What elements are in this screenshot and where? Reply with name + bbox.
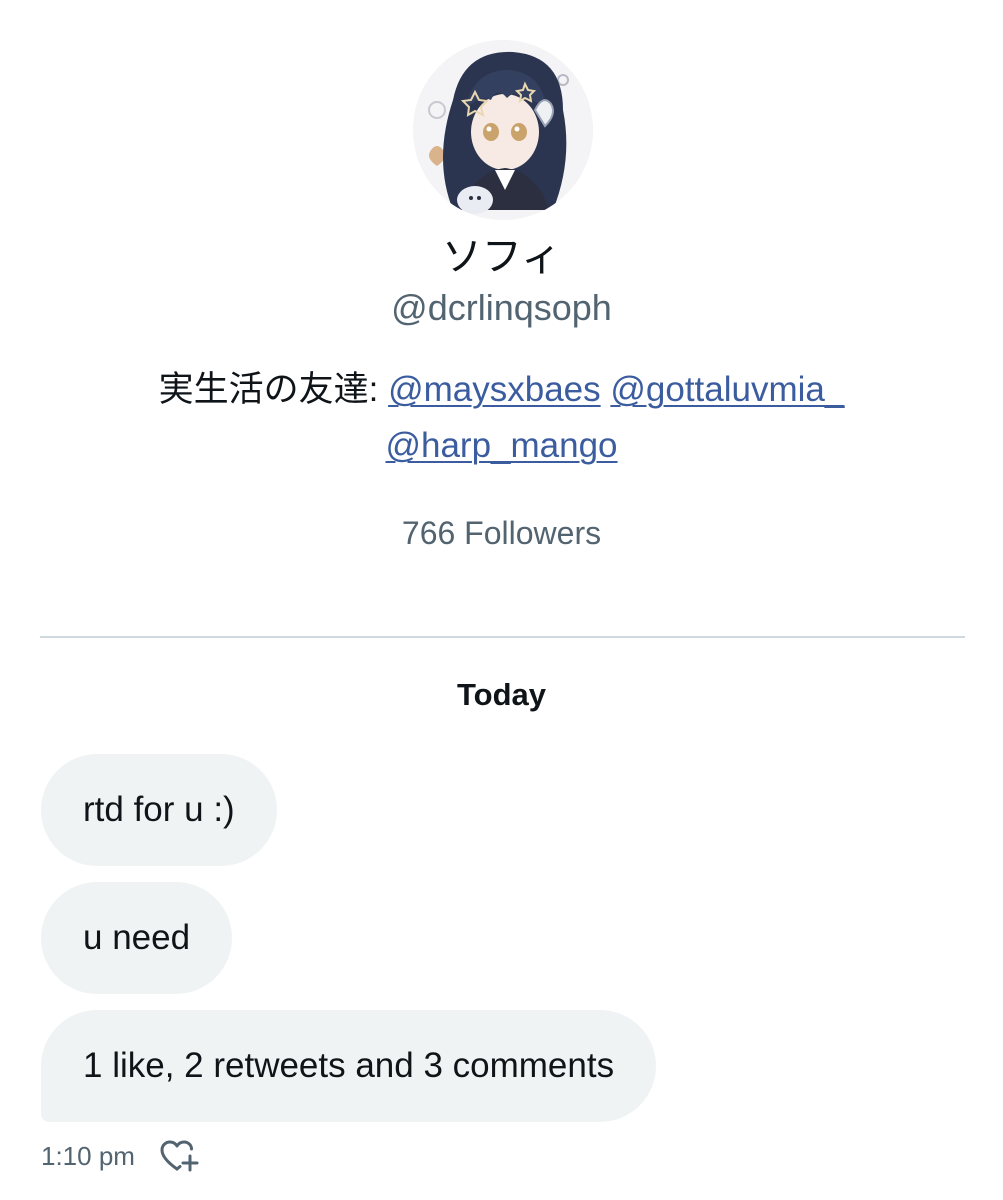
- mention-link-harp-mango[interactable]: @harp_mango: [385, 426, 617, 465]
- heart-plus-icon: [160, 1140, 199, 1172]
- profile-header: ソフィ @dcrlinqsoph 実生活の友達: @maysxbaes @got…: [0, 0, 1003, 600]
- divider: [40, 636, 965, 638]
- message-bubble[interactable]: rtd for u :): [41, 754, 277, 866]
- message-meta: 1:10 pm: [41, 1136, 201, 1176]
- react-button[interactable]: [157, 1136, 201, 1176]
- user-handle: @dcrlinqsoph: [391, 287, 612, 328]
- message-bubble[interactable]: 1 like, 2 retweets and 3 comments: [41, 1010, 657, 1122]
- profile-bio: 実生活の友達: @maysxbaes @gottaluvmia_ @harp_ma…: [100, 362, 903, 474]
- bio-text: 実生活の友達:: [158, 370, 389, 409]
- mention-link-maysxbaes[interactable]: @maysxbaes: [388, 370, 601, 409]
- anime-avatar-icon: [413, 40, 593, 220]
- followers-count[interactable]: 766 Followers: [0, 512, 1003, 554]
- profile-avatar[interactable]: [413, 40, 593, 220]
- mention-link-gottaluvmia[interactable]: @gottaluvmia_: [610, 370, 844, 409]
- display-name: ソフィ: [441, 235, 562, 279]
- message-timestamp: 1:10 pm: [41, 1141, 135, 1171]
- message-bubble[interactable]: u need: [41, 882, 233, 994]
- date-separator: Today: [457, 677, 546, 712]
